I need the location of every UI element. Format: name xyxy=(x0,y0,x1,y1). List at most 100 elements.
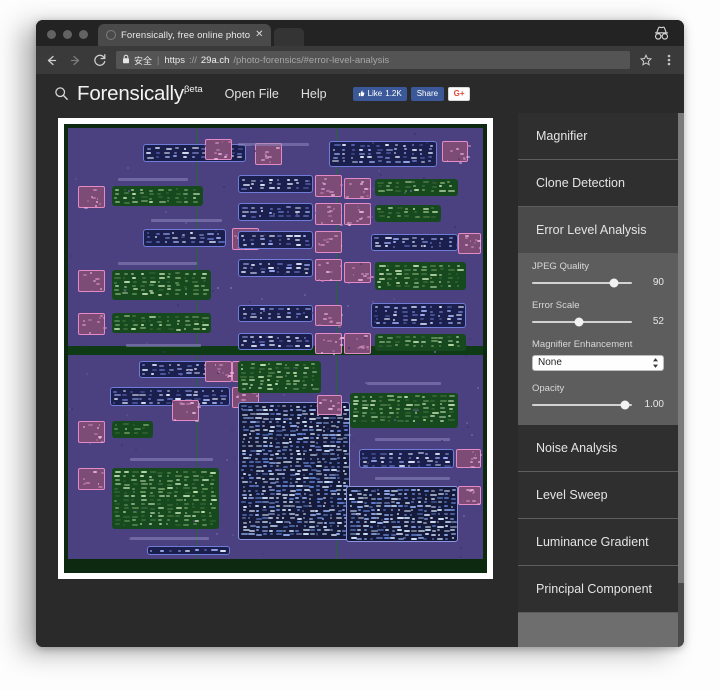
sidebar-item-noise-analysis[interactable]: Noise Analysis xyxy=(518,425,678,472)
ela-text-noise xyxy=(176,319,181,322)
ela-result-image[interactable] xyxy=(64,124,487,573)
ela-speckle xyxy=(88,442,91,445)
ela-text-noise xyxy=(375,321,380,324)
ela-text-noise xyxy=(430,400,436,403)
ela-text-noise xyxy=(256,493,261,496)
tools-sidebar[interactable]: Magnifier Clone Detection Error Level An… xyxy=(518,113,684,647)
jpeg-quality-slider[interactable] xyxy=(532,278,632,287)
sidebar-item-error-level-analysis[interactable]: Error Level Analysis JPEG Quality 90 Err… xyxy=(518,207,678,425)
ela-text-noise xyxy=(241,210,249,213)
sidebar-scrollbar[interactable] xyxy=(678,113,684,647)
sidebar-item-magnifier[interactable]: Magnifier xyxy=(518,113,678,160)
new-tab-button[interactable] xyxy=(273,28,304,46)
sidebar-item-clone-detection[interactable]: Clone Detection xyxy=(518,160,678,207)
panel-title[interactable]: Magnifier xyxy=(518,113,678,159)
ela-text-noise xyxy=(350,501,357,504)
ela-text-noise xyxy=(414,395,420,398)
ela-text-noise xyxy=(255,485,259,488)
ela-text-noise xyxy=(387,415,391,418)
ela-text-noise xyxy=(248,532,256,535)
ela-text-noise xyxy=(268,421,273,424)
ela-avatar-noise xyxy=(326,210,332,213)
ela-text-noise xyxy=(240,376,248,379)
maximize-window-button[interactable] xyxy=(79,30,88,39)
ela-text-noise xyxy=(413,268,417,271)
facebook-like-button[interactable]: Like 1.2K xyxy=(352,86,407,101)
ela-text-noise xyxy=(148,475,153,478)
ela-text-noise xyxy=(192,152,199,155)
ela-text-noise xyxy=(430,285,438,288)
ela-text-noise xyxy=(193,193,201,196)
panel-title[interactable]: Error Level Analysis xyxy=(518,207,678,253)
address-bar[interactable]: 安全 | https :// 29a.ch /photo-forensics/#… xyxy=(116,51,630,69)
sidebar-item-luminance-gradient[interactable]: Luminance Gradient xyxy=(518,519,678,566)
browser-menu-button[interactable] xyxy=(662,53,676,67)
ela-text-noise xyxy=(242,335,249,338)
opacity-slider[interactable] xyxy=(532,400,632,409)
ela-text-noise xyxy=(362,400,368,403)
ela-avatar-noise xyxy=(214,363,217,366)
ela-text-noise xyxy=(317,493,320,496)
nav-help[interactable]: Help xyxy=(301,87,327,101)
sidebar-item-principal-component[interactable]: Principal Component xyxy=(518,566,678,613)
ela-text-noise xyxy=(431,533,436,536)
ela-text-noise xyxy=(309,457,313,460)
ela-text-noise xyxy=(419,148,422,151)
ela-text-noise xyxy=(398,456,401,459)
ela-text-noise xyxy=(447,314,455,317)
ela-avatar-noise xyxy=(98,486,103,489)
image-canvas-area[interactable]: Magnifier Clone Detection Error Level An… xyxy=(36,113,684,647)
close-window-button[interactable] xyxy=(47,30,56,39)
ela-text-noise xyxy=(262,477,265,480)
ela-text-noise xyxy=(282,476,286,479)
magnifier-enhancement-select[interactable]: None xyxy=(532,355,664,371)
reload-button[interactable] xyxy=(92,53,107,68)
ela-text-noise xyxy=(311,379,315,382)
panel-title[interactable]: Level Sweep xyxy=(518,472,678,518)
ela-text-noise xyxy=(132,324,138,327)
forward-button[interactable] xyxy=(68,53,83,68)
back-button[interactable] xyxy=(44,53,59,68)
ela-text-noise xyxy=(303,453,306,456)
ela-text-noise xyxy=(288,493,295,496)
panel-title[interactable]: Clone Detection xyxy=(518,160,678,206)
error-scale-slider[interactable] xyxy=(532,317,632,326)
browser-tab[interactable]: Forensically, free online photo ✕ xyxy=(98,24,271,46)
ela-avatar-noise xyxy=(356,346,361,349)
ela-text-noise xyxy=(149,483,152,486)
panel-title[interactable]: Principal Component xyxy=(518,566,678,612)
window-controls[interactable] xyxy=(36,30,98,46)
ela-text-noise xyxy=(249,436,253,439)
ela-text-noise xyxy=(131,196,135,199)
ela-text-noise xyxy=(363,488,369,491)
ela-text-noise xyxy=(395,189,401,192)
ela-text-noise xyxy=(402,155,407,158)
ela-text-noise xyxy=(183,475,189,478)
ela-text-noise xyxy=(381,461,385,464)
ela-text-noise xyxy=(382,521,390,524)
ela-text-noise xyxy=(431,237,437,240)
sidebar-item-level-sweep[interactable]: Level Sweep xyxy=(518,472,678,519)
ela-text-noise xyxy=(374,237,379,240)
panel-title[interactable]: Noise Analysis xyxy=(518,425,678,471)
bookmark-star-icon[interactable] xyxy=(639,54,653,66)
nav-open-file[interactable]: Open File xyxy=(225,87,279,101)
avatar xyxy=(314,259,342,283)
panel-title[interactable]: Luminance Gradient xyxy=(518,519,678,565)
ela-text-noise xyxy=(185,372,193,375)
ela-avatar-noise xyxy=(359,183,363,186)
ela-text-noise xyxy=(219,402,223,405)
google-plus-button[interactable]: G+ xyxy=(448,86,471,101)
ela-text-noise xyxy=(302,445,305,448)
ela-text-noise xyxy=(421,403,426,406)
close-icon[interactable]: ✕ xyxy=(255,30,263,40)
facebook-share-button[interactable]: Share xyxy=(410,86,445,101)
search-icon[interactable] xyxy=(50,86,72,101)
ela-text-noise xyxy=(113,474,121,477)
ela-text-noise xyxy=(275,382,278,385)
minimize-window-button[interactable] xyxy=(63,30,72,39)
ela-avatar-noise xyxy=(215,141,220,144)
scrollbar-thumb[interactable] xyxy=(678,113,684,583)
ela-text-noise xyxy=(262,481,269,484)
ela-text-noise xyxy=(275,445,281,448)
